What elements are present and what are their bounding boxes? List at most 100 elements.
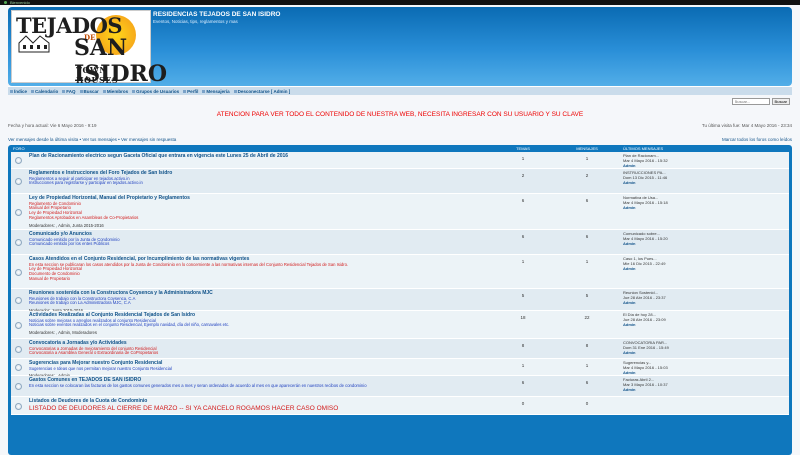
forum-messages-count: 1 (585, 363, 589, 368)
forum-topics-count: 1 (521, 156, 525, 161)
forum-read-icon (15, 178, 22, 185)
nav-label: Mensajería (206, 88, 230, 94)
forum-title-link[interactable]: Plan de Racionamiento electrico segun Ga… (29, 153, 491, 160)
forum-description-line: Sugerencias e Ideas que nos permitan mej… (29, 365, 172, 371)
forum-read-icon (15, 296, 22, 304)
logout-icon (233, 89, 237, 93)
forum-messages-count: 6 (585, 234, 589, 239)
last-post-author-link[interactable]: Admin (623, 387, 785, 392)
forum-cell: Reglamentos e Instrucciones del Foro Tej… (11, 169, 491, 193)
forum-read-icon (15, 157, 22, 164)
last-post-author-link[interactable]: Admin (623, 205, 785, 210)
forum-row: Reuniones sostenida con la Constructora … (11, 289, 789, 313)
forum-row: Comunicado y/o Anuncios Comunicado emitid… (11, 230, 789, 255)
forum-row: Plan de Racionamiento electrico segun Ga… (11, 152, 789, 169)
forum-description-line: Convocatoria a Asamblea General o Extrao… (29, 350, 159, 356)
nav-index[interactable]: Índice (10, 89, 27, 94)
site-description: Eventos, Noticias, tips, reglamentos y m… (153, 19, 238, 24)
mark-all-read-link[interactable]: Marcar todos los foros como leídos (722, 137, 792, 142)
quick-links: Ver mensajes desde la última visita • Ve… (8, 137, 792, 142)
last-post-author-link[interactable]: Admin (623, 322, 785, 327)
forum-description-line: LISTADO DE DEUDORES AL CIERRE DE MARZO -… (29, 404, 339, 412)
nav-groups[interactable]: Grupos de Usuarios (132, 89, 179, 94)
forum-row: Ley de Propiedad Horizontal, Manual del … (11, 194, 789, 230)
nav-faq[interactable]: FAQ (62, 89, 76, 94)
nav-label: Perfil (187, 88, 199, 94)
nav-calendar[interactable]: Calendario (31, 89, 58, 94)
forum-last-post (619, 397, 789, 414)
nav-search[interactable]: Buscar (79, 89, 99, 94)
nav-profile[interactable]: Perfil (183, 89, 198, 94)
last-post-author-link[interactable]: Admin (623, 370, 785, 375)
forum-messages-count: 5 (585, 293, 589, 298)
last-post-author-link[interactable]: Admin (623, 180, 785, 185)
nav-label: Grupos de Usuarios (136, 88, 180, 94)
forum-messages-count: 6 (585, 380, 589, 385)
search-input[interactable] (731, 98, 770, 105)
forum-messages-count: 0 (585, 401, 589, 406)
forum-row: Reglamentos e Instrucciones del Foro Tej… (11, 169, 789, 194)
status-dot-icon (4, 1, 7, 4)
forum-description-line: Reglamentos Aprobados en Asambleas de Co… (29, 214, 139, 220)
forum-last-post: Sugerencias y... Mar 4 Mayo 2016 - 15:03 A… (619, 359, 789, 375)
search-button[interactable]: Buscar (771, 98, 790, 105)
faq-icon (62, 89, 66, 93)
forum-cell: Actividades Realizadas al Conjunto Resid… (11, 311, 491, 338)
site-title[interactable]: RESIDENCIAS TEJADOS DE SAN ISIDRO (153, 11, 281, 18)
main-navbar: Índice Calendario FAQ Buscar Miembros Gr… (8, 86, 792, 95)
forum-read-icon (15, 364, 22, 371)
site-header: TEJADOS DE SAN ISIDRO TOWN HOUSES RESIDE… (8, 7, 792, 87)
nav-members[interactable]: Miembros (102, 89, 128, 94)
forum-last-post: El Día de hoy 28... Jue 28 Abr 2016 - 23:… (619, 311, 789, 338)
view-messages-links[interactable]: Ver mensajes desde la última visita • Ve… (8, 137, 176, 142)
forum-description-line: En esta seccion se colocaran las factura… (29, 382, 367, 388)
forum-row: Actividades Realizadas al Conjunto Resid… (11, 311, 789, 339)
forum-last-post: CONVOCATORIA PAR... Dom 31 Ene 2016 - 15:… (619, 339, 789, 358)
time-info: Fecha y hora actual: Vie 6 Mayo 2016 - 9… (8, 123, 792, 128)
forum-topics-count: 2 (521, 173, 525, 178)
forum-cell: Reuniones sostenida con la Constructora … (11, 289, 491, 313)
last-post-author-link[interactable]: Admin (623, 266, 785, 271)
nav-logout[interactable]: Desconectarse [ Admin ] (233, 89, 290, 94)
forum-row: Casos Atendidos en el Conjunto Residenci… (11, 255, 789, 289)
home-icon (10, 89, 13, 93)
forum-moderators: Moderadores: , Admin, Junta 2015-2016 (29, 222, 104, 228)
forum-row: Gastos Comunes en TEJADOS DE SAN ISIDRO E… (11, 376, 789, 397)
forum-cell: Gastos Comunes en TEJADOS DE SAN ISIDRO E… (11, 376, 491, 396)
forum-table-header: FORO TEMAS MENSAJES ÚLTIMOS MENSAJES (11, 145, 789, 152)
nav-messages[interactable]: Mensajería (202, 88, 230, 94)
last-post-author-link[interactable]: Admin (623, 350, 785, 355)
last-visit: Tu última visita fue: Mar 4 Mayo 2016 - … (701, 123, 792, 128)
forum-read-icon (15, 268, 22, 276)
login-notice: ATENCION PARA VER TODO EL CONTENIDO DE N… (216, 111, 584, 118)
forum-row: Listados de Deudores de la Cuota de Cond… (11, 397, 789, 415)
forum-topics-count: 6 (521, 198, 525, 203)
messages-icon (202, 89, 206, 93)
last-post-author-link[interactable]: Admin (623, 163, 785, 168)
current-time: Fecha y hora actual: Vie 6 Mayo 2016 - 9… (8, 123, 97, 128)
forum-messages-count: 6 (585, 198, 589, 203)
forum-messages-count: 1 (585, 156, 589, 161)
forum-description-line: Comunicado emitido por los entes Público… (29, 241, 110, 247)
forum-last-post: INSTRUCCIONES PA... Dom 13 Dic 2015 - 11:… (619, 169, 789, 193)
forum-row: Convocatoria a Jornadas y/o Actividades C… (11, 339, 789, 359)
forum-description-line: Noticias sobre eventos realizados en el … (29, 322, 230, 328)
forum-last-post: Normativa de Usa... Mar 4 Mayo 2016 - 15:… (619, 194, 789, 229)
forum-cell: Listados de Deudores de la Cuota de Cond… (11, 397, 491, 414)
forum-last-post: Caso 1, los Pues... Mie 16 Dic 2015 - 22:… (619, 255, 789, 288)
forum-topics-count: 6 (521, 234, 525, 239)
forum-messages-count: 8 (585, 343, 589, 348)
site-logo[interactable]: TEJADOS DE SAN ISIDRO TOWN HOUSES (11, 10, 167, 87)
forum-topics-count: 6 (521, 380, 525, 385)
forum-read-icon (15, 345, 22, 353)
last-post-author-link[interactable]: Admin (623, 241, 785, 246)
forum-description-line: Reuniones de trabajo con La Administrado… (29, 300, 131, 306)
forum-cell: Convocatoria a Jornadas y/o Actividades C… (11, 339, 491, 358)
top-strip: Bienvenido (0, 0, 800, 5)
profile-icon (183, 89, 187, 93)
forum-description-line: Manual de Propietario (29, 275, 70, 281)
last-post-author-link[interactable]: Admin (623, 300, 785, 305)
forum-topics-count: 5 (521, 293, 525, 298)
header-topics: TEMAS (516, 146, 530, 151)
forum-list: FORO TEMAS MENSAJES ÚLTIMOS MENSAJES Pla… (8, 145, 792, 455)
